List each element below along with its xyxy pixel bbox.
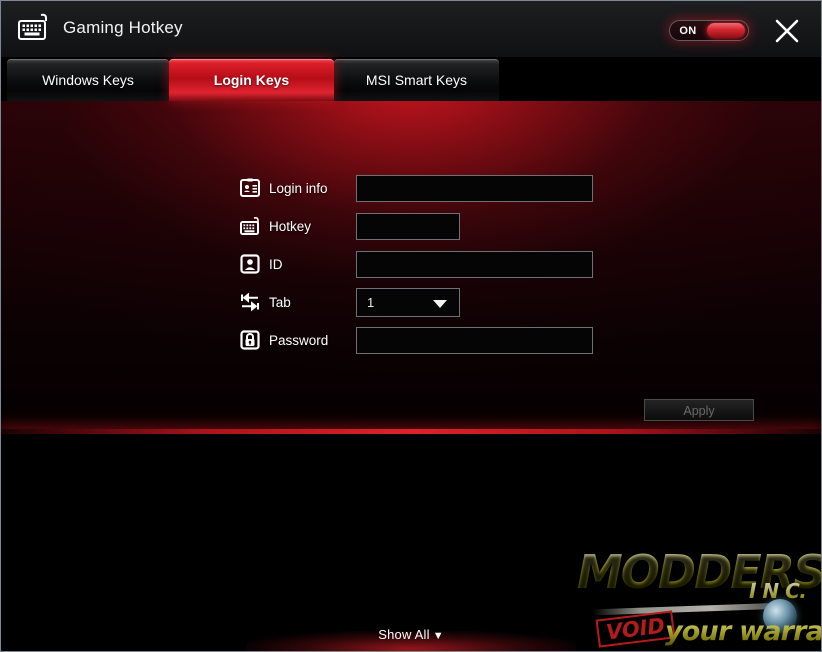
chevron-down-icon[interactable]: [433, 299, 447, 308]
keyboard-icon: [17, 12, 51, 44]
keyboard-icon: [239, 215, 261, 237]
show-all-label: Show All: [378, 627, 430, 642]
form-row-id: ID: [239, 245, 593, 283]
id-card-icon: [239, 177, 261, 199]
gaming-hotkey-window: Gaming Hotkey ON Windows Keys Login Keys…: [0, 0, 822, 652]
form-row-tab: Tab 1: [239, 283, 460, 321]
form-row-hotkey: Hotkey: [239, 207, 460, 245]
form-label-hotkey: Hotkey: [269, 218, 312, 234]
tab-login-keys[interactable]: Login Keys: [169, 59, 334, 101]
form-label-id: ID: [269, 256, 283, 272]
title-bar: Gaming Hotkey ON: [1, 1, 821, 57]
password-input[interactable]: [356, 326, 593, 354]
login-keys-panel: Login info Hotkey ID Tab 1 Password: [1, 101, 821, 434]
tab-windows-keys[interactable]: Windows Keys: [7, 59, 169, 101]
watermark-brand: MODDERS: [577, 545, 821, 599]
login-keys-form: Login info Hotkey ID Tab 1 Password: [239, 169, 593, 359]
id-input[interactable]: [356, 250, 593, 278]
watermark-suffix: I N C.: [749, 579, 807, 603]
form-row-login-info: Login info: [239, 169, 593, 207]
form-row-password: Password: [239, 321, 593, 359]
watermark-swoosh: [593, 602, 783, 616]
power-toggle-knob[interactable]: [707, 23, 745, 38]
saved-profiles-panel: MODDERS I N C. VOID your warranty Show A…: [1, 434, 821, 651]
form-label-password: Password: [269, 332, 329, 348]
caret-down-icon: ▼: [432, 630, 444, 642]
tab-select-value: 1: [367, 294, 375, 310]
app-title: Gaming Hotkey: [63, 18, 183, 37]
power-toggle[interactable]: ON: [669, 20, 749, 41]
tab-select[interactable]: 1: [356, 287, 460, 317]
tab-msi-smart-keys[interactable]: MSI Smart Keys: [334, 59, 499, 101]
form-label-login-info: Login info: [269, 180, 328, 196]
login-info-input[interactable]: [356, 174, 593, 202]
tab-strip: Windows Keys Login Keys MSI Smart Keys: [1, 57, 821, 101]
user-icon: [239, 253, 261, 275]
lock-icon: [239, 329, 261, 351]
title-bar-left: Gaming Hotkey: [17, 12, 183, 44]
close-icon[interactable]: [773, 17, 801, 45]
hotkey-input[interactable]: [356, 212, 460, 240]
form-label-tab: Tab: [269, 294, 291, 310]
show-all-button[interactable]: Show All ▼: [1, 627, 821, 642]
power-toggle-label: ON: [679, 24, 697, 37]
apply-button[interactable]: Apply: [644, 399, 754, 421]
tab-key-icon: [239, 291, 261, 313]
